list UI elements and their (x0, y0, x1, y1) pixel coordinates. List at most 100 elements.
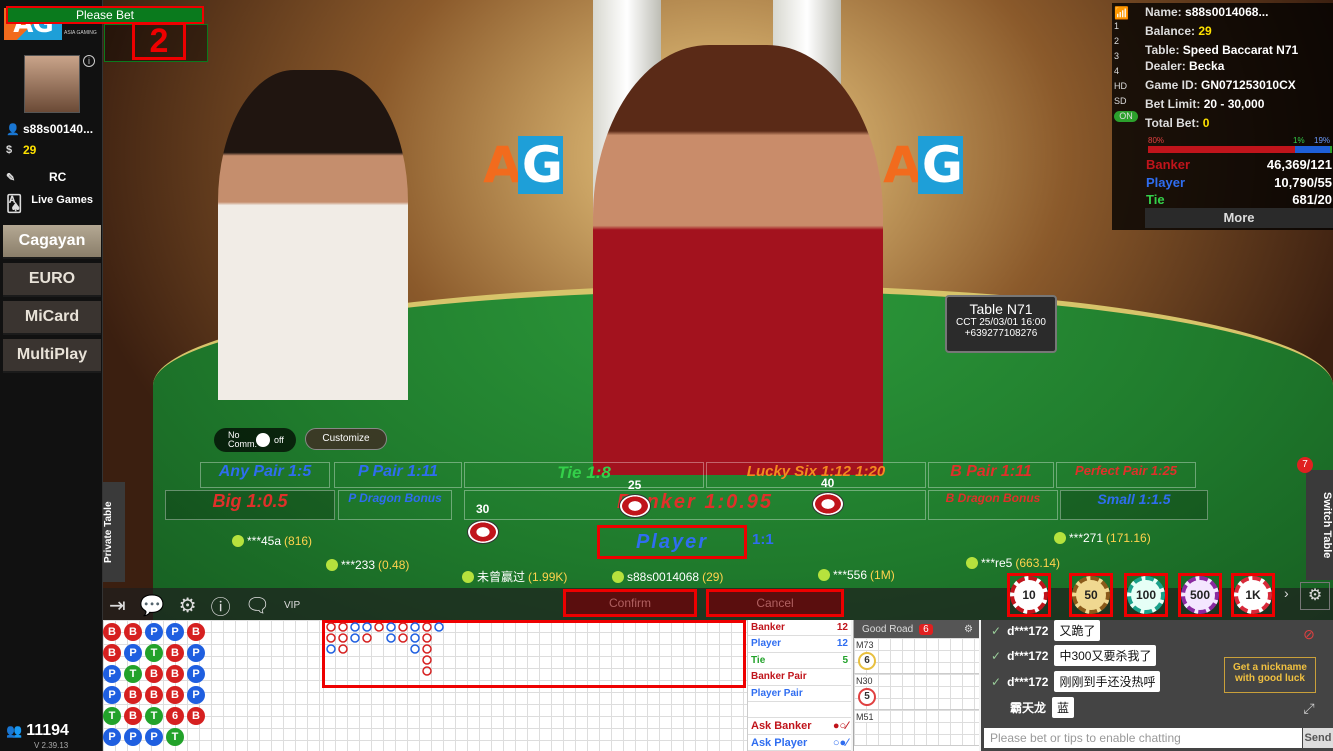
stats-value: 29 (836, 703, 848, 715)
stat-banker: Banker 46,369/121 (1146, 157, 1332, 172)
chip-50[interactable]: 50 (1072, 576, 1110, 614)
vip-icon[interactable]: VIP (284, 600, 300, 611)
ag-sign: AG (883, 125, 963, 205)
chat-input[interactable]: Please bet or tips to enable chatting (984, 728, 1302, 748)
good-road-timer: 6 (858, 652, 876, 670)
good-road-id: M51 (856, 712, 874, 722)
bet-banker-pair[interactable]: B Pair 1:11 (928, 462, 1054, 488)
line-1[interactable]: 1 (1114, 21, 1140, 36)
big-road-mark (422, 644, 432, 654)
total-bet-line: Total Bet: 0 (1145, 116, 1209, 130)
big-road-mark (422, 655, 432, 665)
username-row: 👤 s88s00140... (6, 122, 93, 136)
stat-tie: Tie 681/20 (1146, 192, 1332, 207)
bet-small[interactable]: Small 1:1.5 (1060, 490, 1208, 520)
dealer-value: Becka (1189, 59, 1225, 73)
private-table-tab[interactable]: Private Table (103, 482, 125, 582)
chip-100[interactable]: 100 (1127, 576, 1165, 614)
bet-perfect-pair[interactable]: Perfect Pair 1:25 (1056, 462, 1196, 488)
good-road-item[interactable]: M73 6 (854, 638, 979, 674)
chat-message: ✓ d***172 又跪了 (991, 620, 1101, 641)
seat: ***233 (0.48) (326, 558, 409, 572)
stats-row: Tie 5 (748, 653, 851, 670)
menu-euro[interactable]: EURO (3, 263, 101, 297)
bead-result: P (187, 644, 205, 662)
good-road-header: Good Road 6 ⚙ (854, 620, 979, 638)
no-commission-toggle[interactable]: No Comm. off (214, 428, 296, 452)
avatar[interactable] (24, 55, 80, 113)
cancel-button[interactable]: Cancel (706, 589, 844, 617)
seat-name: ***556 (833, 568, 868, 582)
chip-settings-icon[interactable]: ⚙ (1300, 582, 1330, 610)
line-3[interactable]: 3 (1114, 51, 1140, 66)
hd-toggle[interactable]: HD (1114, 81, 1140, 96)
info-icon[interactable]: i (83, 55, 95, 67)
line-2[interactable]: 2 (1114, 36, 1140, 51)
menu-micard[interactable]: MiCard (3, 301, 101, 335)
line-4[interactable]: 4 (1114, 66, 1140, 81)
menu-multiplay[interactable]: MultiPlay (3, 339, 101, 373)
seat-amount: (29) (702, 570, 724, 584)
bead-result: T (145, 644, 163, 662)
chip-500[interactable]: 500 (1181, 576, 1219, 614)
users-icon: 👥 (6, 723, 23, 738)
wifi-icon: 📶 (1114, 6, 1129, 20)
stats-row: Player Pair 3 (748, 686, 851, 702)
bead-result: B (145, 665, 163, 683)
chevron-right-icon[interactable]: › (1284, 585, 1289, 601)
seat: ***271 (171.16) (1054, 531, 1151, 545)
bet-player[interactable]: Player (597, 525, 747, 559)
rc-row[interactable]: ✎ RC (6, 170, 66, 184)
bead-result: P (103, 728, 121, 746)
mute-chat-icon[interactable]: ⊘ (1296, 626, 1322, 646)
bet-banker-dragon-bonus[interactable]: B Dragon Bonus (928, 490, 1058, 520)
chat-icon[interactable]: 💬 (140, 593, 165, 618)
good-road-id: M73 (856, 640, 874, 650)
bet-player-dragon-bonus[interactable]: P Dragon Bonus (338, 490, 452, 520)
sd-toggle[interactable]: SD (1114, 96, 1140, 111)
expand-icon[interactable]: ⤢ (1296, 700, 1322, 720)
customize-button[interactable]: Customize (305, 428, 387, 450)
good-road-item[interactable]: M51 (854, 710, 979, 746)
seat-amount: (1.99K) (528, 569, 568, 584)
seat-name: ***re5 (981, 556, 1013, 570)
ask-player-button[interactable]: Ask Player ○●⁄ (748, 735, 851, 751)
chip-1k[interactable]: 1K (1234, 576, 1272, 614)
gear-icon[interactable]: ⚙ (179, 593, 197, 618)
chip-1k-frame: 1K (1231, 573, 1275, 617)
more-button[interactable]: More (1145, 208, 1333, 228)
bet-any-pair[interactable]: Any Pair 1:5 (200, 462, 330, 488)
logo-subtitle: ASIA GAMING (64, 30, 97, 36)
bead-result: 6 (166, 707, 184, 725)
seat: ***re5 (663.14) (966, 556, 1060, 570)
gear-icon[interactable]: ⚙ (964, 624, 973, 635)
balance-value: 29 (1198, 24, 1212, 38)
live-games-button[interactable]: 🂡 Live Games (6, 194, 98, 213)
stat-value: 46,369/121 (1266, 157, 1332, 172)
toolbar: ⇥ 💬 ⚙ ⓘ 🗨 VIP (103, 590, 333, 620)
table-sign-date: CCT 25/03/01 16:00 (956, 317, 1046, 328)
notification-badge: 7 (1297, 457, 1313, 473)
switch-table-tab[interactable]: Switch Table (1306, 470, 1333, 580)
on-toggle[interactable]: ON (1114, 111, 1138, 122)
info-icon[interactable]: ⓘ (211, 591, 231, 620)
good-road-item[interactable]: N30 5 (854, 674, 979, 710)
bet-player-pair[interactable]: P Pair 1:11 (334, 462, 462, 488)
menu-cagayan[interactable]: Cagayan (3, 225, 101, 259)
good-road-id: N30 (856, 676, 873, 686)
good-road-panel: Good Road 6 ⚙ M73 6 N30 5 M51 (853, 620, 979, 751)
bet-banker[interactable]: Banker 1:0.95 (464, 490, 926, 520)
chip-10[interactable]: 10 (1010, 576, 1048, 614)
check-icon: ✓ (991, 674, 1002, 689)
bet-big[interactable]: Big 1:0.5 (165, 490, 335, 520)
messages-icon[interactable]: 🗨 (245, 593, 270, 618)
bet-lucky-six[interactable]: Lucky Six 1:12 1:20 (706, 462, 926, 488)
ask-banker-button[interactable]: Ask Banker ●○⁄ (748, 718, 851, 735)
chip-500-frame: 500 (1178, 573, 1222, 617)
table-chip-label: 40 (821, 476, 835, 490)
bet-tie[interactable]: Tie 1:8 (464, 462, 704, 488)
confirm-button[interactable]: Confirm (563, 589, 697, 617)
exit-icon[interactable]: ⇥ (109, 593, 126, 618)
get-nickname-button[interactable]: Get a nickname with good luck (1224, 657, 1316, 693)
send-button[interactable]: Send (1303, 728, 1333, 748)
